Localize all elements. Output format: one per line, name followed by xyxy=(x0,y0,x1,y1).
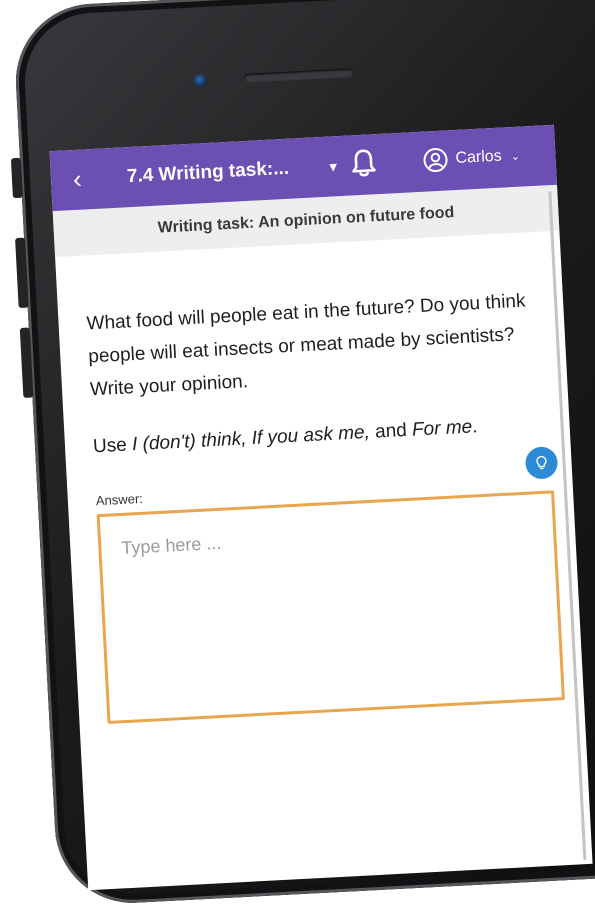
chevron-left-icon[interactable]: ‹ xyxy=(72,164,82,194)
page-title[interactable]: 7.4 Writing task:... xyxy=(126,158,289,188)
phone-frame: ‹ 7.4 Writing task:... ▼ Carlos ⌄ Writin… xyxy=(12,0,595,907)
volume-up-button xyxy=(15,238,29,308)
hint-suffix: . xyxy=(472,416,478,437)
hint-phrase-2: For me xyxy=(411,417,472,441)
app-screen: ‹ 7.4 Writing task:... ▼ Carlos ⌄ Writin… xyxy=(50,125,593,890)
answer-placeholder: Type here ... xyxy=(121,533,222,558)
user-name: Carlos xyxy=(455,148,502,168)
user-circle-icon xyxy=(422,146,449,173)
volume-down-button xyxy=(20,328,34,398)
hint-middle: and xyxy=(369,420,412,443)
answer-input[interactable]: Type here ... xyxy=(97,490,565,724)
lightbulb-icon[interactable] xyxy=(525,446,559,480)
user-menu[interactable]: Carlos ⌄ xyxy=(422,143,521,174)
earpiece-speaker xyxy=(244,68,354,83)
hint-prefix: Use xyxy=(93,434,133,457)
task-hint: Use I (don't) think, If you ask me, and … xyxy=(92,407,542,463)
bell-icon[interactable] xyxy=(347,146,381,180)
hint-phrase: I (don't) think, If you ask me, xyxy=(132,422,371,455)
task-prompt: What food will people eat in the future?… xyxy=(86,284,540,406)
title-dropdown-icon[interactable]: ▼ xyxy=(326,159,340,175)
front-camera xyxy=(194,74,208,88)
mute-switch xyxy=(11,158,23,198)
subheader-title: Writing task: An opinion on future food xyxy=(157,204,454,238)
chevron-down-icon: ⌄ xyxy=(510,149,520,162)
task-content: What food will people eat in the future?… xyxy=(58,283,584,726)
